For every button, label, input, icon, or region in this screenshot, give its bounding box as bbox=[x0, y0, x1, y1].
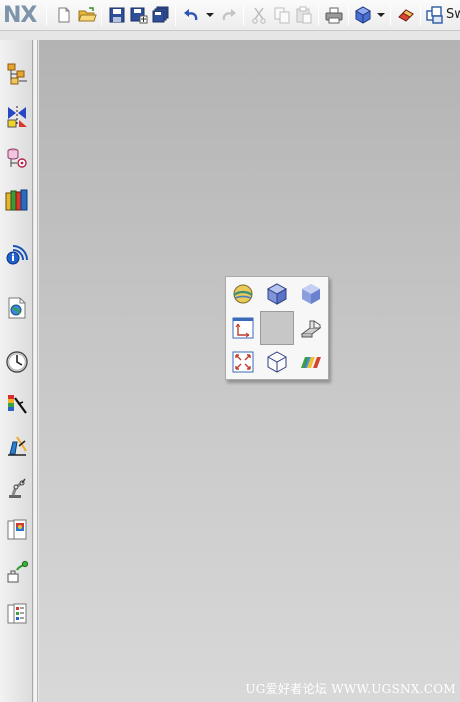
resource-bar-splitter[interactable] bbox=[34, 40, 38, 702]
resource-bar bbox=[0, 40, 33, 702]
web-browser-icon[interactable] bbox=[5, 296, 29, 320]
redo-icon[interactable] bbox=[219, 5, 239, 25]
studio-color-icon[interactable] bbox=[298, 349, 324, 375]
wireframe-cube-icon[interactable] bbox=[264, 349, 290, 375]
toolbar-separator bbox=[243, 5, 244, 26]
system-materials-icon[interactable] bbox=[5, 518, 29, 542]
copy-icon[interactable] bbox=[272, 5, 292, 25]
open-folder-icon[interactable] bbox=[77, 5, 97, 25]
undo-icon[interactable] bbox=[181, 5, 201, 25]
start-button-label[interactable]: Sw bbox=[446, 5, 460, 25]
constraint-navigator-icon[interactable] bbox=[5, 104, 29, 128]
shaded-with-edges-icon[interactable] bbox=[264, 281, 290, 307]
robotics-icon[interactable] bbox=[5, 476, 29, 500]
save-all-icon[interactable] bbox=[151, 5, 171, 25]
toolbar-separator bbox=[46, 5, 47, 26]
part-navigator-icon[interactable] bbox=[5, 146, 29, 170]
forum-watermark: UG爱好者论坛 WWW.UGSNX.COM bbox=[245, 682, 456, 696]
shaded-icon[interactable] bbox=[298, 281, 324, 307]
hd3d-tools-icon[interactable] bbox=[5, 242, 29, 266]
toolbar-separator bbox=[348, 5, 349, 26]
wcs-icon[interactable] bbox=[230, 315, 256, 341]
roles-icon[interactable] bbox=[5, 560, 29, 584]
print-icon[interactable] bbox=[324, 5, 344, 25]
paste-icon[interactable] bbox=[294, 5, 314, 25]
standard-toolbar: NX Sw bbox=[0, 0, 460, 31]
toolbar-separator bbox=[318, 5, 319, 26]
new-file-icon[interactable] bbox=[54, 5, 74, 25]
assembly-navigator-icon[interactable] bbox=[5, 62, 29, 86]
reuse-library-icon[interactable] bbox=[5, 188, 29, 212]
fit-view-icon[interactable] bbox=[230, 349, 256, 375]
toolbar-separator bbox=[175, 5, 176, 26]
sketch-section-icon[interactable] bbox=[298, 315, 324, 341]
render-style-cube-icon[interactable] bbox=[353, 5, 373, 25]
save-icon[interactable] bbox=[107, 5, 127, 25]
selection-eraser-icon[interactable] bbox=[396, 5, 416, 25]
nx-logo: NX bbox=[3, 3, 37, 28]
cut-icon[interactable] bbox=[249, 5, 269, 25]
history-icon[interactable] bbox=[5, 350, 29, 374]
toolbar-separator bbox=[390, 5, 391, 26]
toolbar-separator bbox=[420, 5, 421, 26]
face-analysis-icon[interactable] bbox=[230, 281, 256, 307]
manufacturing-wizard-icon[interactable] bbox=[5, 434, 29, 458]
process-studio-icon[interactable] bbox=[5, 392, 29, 416]
radial-view-popup bbox=[225, 276, 329, 380]
render-style-caret-icon[interactable] bbox=[377, 13, 385, 17]
toolbar-separator bbox=[101, 5, 102, 26]
save-as-icon[interactable] bbox=[129, 5, 149, 25]
start-menu-icon[interactable] bbox=[425, 5, 445, 25]
undo-list-caret-icon[interactable] bbox=[206, 13, 214, 17]
radial-center-slot bbox=[260, 311, 294, 345]
palette-list-icon[interactable] bbox=[5, 602, 29, 626]
